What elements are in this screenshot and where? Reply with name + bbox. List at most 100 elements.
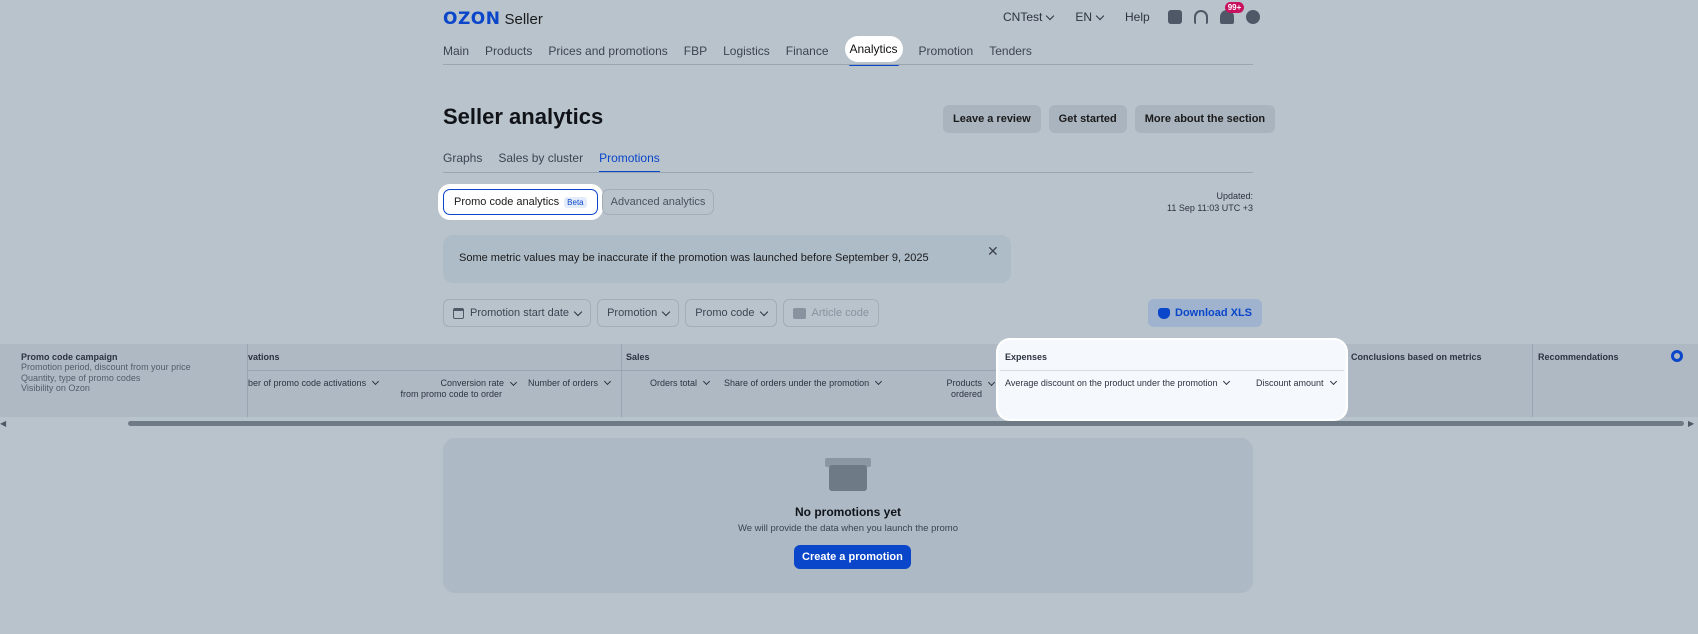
chevron-down-icon xyxy=(702,377,711,386)
chevron-down-icon xyxy=(759,307,768,316)
group-divider xyxy=(621,370,998,371)
leave-review-button[interactable]: Leave a review xyxy=(943,105,1041,133)
chevron-down-icon xyxy=(509,378,518,386)
promo-code-analytics-tab[interactable]: Promo code analytics Beta xyxy=(443,189,598,215)
chevron-down-icon xyxy=(372,377,380,386)
promo-code-filter[interactable]: Promo code xyxy=(685,299,777,327)
nav-divider xyxy=(443,64,1253,65)
logo-suffix: Seller xyxy=(504,11,543,28)
nav-item-fbp[interactable]: FBP xyxy=(684,42,707,62)
language-dropdown[interactable]: EN xyxy=(1075,10,1105,24)
campaign-subtitle-line: Promotion period, discount from your pri… xyxy=(21,362,191,372)
nav-item-finance[interactable]: Finance xyxy=(786,42,829,62)
promotion-filter-label: Promotion xyxy=(607,307,658,319)
column-divider xyxy=(621,344,622,417)
account-name: CNTest xyxy=(1003,10,1043,24)
chevron-down-icon xyxy=(1095,11,1105,20)
support-headset-icon[interactable] xyxy=(1193,10,1208,24)
conversion-rate-label: Conversion rate xyxy=(440,378,504,388)
promo-code-filter-label: Promo code xyxy=(695,307,755,319)
column-divider xyxy=(1532,344,1533,417)
campaign-column-title: Promo code campaign xyxy=(21,352,118,362)
campaign-subtitle-line: Visibility on Ozon xyxy=(21,383,90,393)
topbar-right: CNTest EN Help 99+ xyxy=(1003,2,1260,24)
download-xls-button[interactable]: Download XLS xyxy=(1148,299,1262,327)
more-about-section-button[interactable]: More about the section xyxy=(1134,105,1276,133)
promotion-start-date-label: Promotion start date xyxy=(470,307,570,319)
language-code: EN xyxy=(1075,10,1093,24)
share-of-orders-column[interactable]: Share of orders under the promotion xyxy=(724,377,883,388)
ozon-seller-logo[interactable]: OZON Seller xyxy=(443,9,543,29)
beta-badge: Beta xyxy=(564,196,587,208)
recommendations-column-title: Recommendations xyxy=(1538,352,1619,362)
scroll-right-icon[interactable]: ▶ xyxy=(1688,419,1694,428)
promo-code-activations-label: ber of promo code activations xyxy=(248,378,367,388)
discount-amount-label: Discount amount xyxy=(1256,378,1324,388)
tab-graphs[interactable]: Graphs xyxy=(443,151,482,173)
group-divider xyxy=(247,370,621,371)
chevron-down-icon xyxy=(603,377,612,386)
tab-promotions[interactable]: Promotions xyxy=(599,151,660,173)
chevron-down-icon xyxy=(573,307,583,316)
chevron-down-icon xyxy=(987,378,996,386)
campaign-column-subtitles: Promotion period, discount from your pri… xyxy=(21,362,191,394)
get-started-button[interactable]: Get started xyxy=(1048,105,1127,133)
main-nav: Main Products Prices and promotions FBP … xyxy=(443,36,1032,66)
horizontal-scrollbar[interactable] xyxy=(128,421,1684,426)
average-discount-label: Average discount on the product under th… xyxy=(1005,378,1218,388)
nav-item-analytics[interactable]: Analytics xyxy=(844,36,903,66)
create-promotion-button[interactable]: Create a promotion xyxy=(794,545,911,569)
gear-icon[interactable] xyxy=(1671,350,1683,362)
logo-brand: OZON xyxy=(443,9,501,29)
promo-code-analytics-label: Promo code analytics xyxy=(454,196,560,208)
nav-item-prices-and-promotions[interactable]: Prices and promotions xyxy=(548,42,667,62)
download-xls-label: Download XLS xyxy=(1175,307,1252,319)
conversion-rate-sublabel: from promo code to order xyxy=(400,389,502,399)
scroll-left-icon[interactable]: ◀ xyxy=(0,419,6,428)
products-ordered-column[interactable]: Products ordered xyxy=(930,378,996,400)
notifications-bell-icon[interactable]: 99+ xyxy=(1219,2,1245,24)
conversion-rate-column[interactable]: Conversion rate from promo code to order xyxy=(396,378,518,400)
products-ordered-sublabel: ordered xyxy=(950,389,982,399)
article-code-filter[interactable]: Article code xyxy=(782,299,879,327)
activations-group-title: vations xyxy=(248,352,280,362)
filters-bar: Promotion start date Promotion Promo cod… xyxy=(443,299,879,327)
campaign-subtitle-line: Quantity, type of promo codes xyxy=(21,372,141,383)
chevron-down-icon xyxy=(875,377,883,386)
header-icons: 99+ xyxy=(1167,2,1260,24)
article-code-filter-label: Article code xyxy=(811,307,869,319)
number-of-orders-column[interactable]: Number of orders xyxy=(528,377,612,388)
promotion-start-date-filter[interactable]: Promotion start date xyxy=(443,299,592,327)
discount-amount-column[interactable]: Discount amount xyxy=(1256,377,1337,388)
orders-total-column[interactable]: Orders total xyxy=(650,377,711,388)
chevron-down-icon xyxy=(1046,11,1055,20)
empty-state-title: No promotions yet xyxy=(794,505,901,519)
chat-icon[interactable] xyxy=(1167,10,1182,24)
promo-code-activations-column[interactable]: ber of promo code activations xyxy=(248,377,380,388)
info-banner-text: Some metric values may be inaccurate if … xyxy=(459,252,929,264)
share-of-orders-label: Share of orders under the promotion xyxy=(724,378,870,388)
tab-sales-by-cluster[interactable]: Sales by cluster xyxy=(498,151,583,173)
nav-item-promotion[interactable]: Promotion xyxy=(919,42,974,62)
help-link[interactable]: Help xyxy=(1125,10,1150,24)
empty-state-subtitle: We will provide the data when you launch… xyxy=(737,523,959,534)
advanced-analytics-tab[interactable]: Advanced analytics xyxy=(601,189,715,215)
promotion-filter[interactable]: Promotion xyxy=(597,299,680,327)
header-buttons: Leave a review Get started More about th… xyxy=(943,105,1276,133)
user-profile-icon[interactable] xyxy=(1245,10,1260,24)
download-icon xyxy=(1158,307,1170,319)
subtabs-divider xyxy=(443,172,1253,173)
chevron-down-icon xyxy=(1223,377,1231,386)
close-icon[interactable]: ✕ xyxy=(987,243,999,260)
updated-label: Updated: xyxy=(1216,191,1253,201)
average-discount-column[interactable]: Average discount on the product under th… xyxy=(1005,377,1231,388)
account-dropdown[interactable]: CNTest xyxy=(1003,10,1055,24)
nav-item-products[interactable]: Products xyxy=(485,42,532,62)
nav-item-logistics[interactable]: Logistics xyxy=(723,42,770,62)
article-code-icon xyxy=(792,307,806,319)
nav-item-tenders[interactable]: Tenders xyxy=(989,42,1032,62)
nav-item-main[interactable]: Main xyxy=(443,42,469,62)
conclusions-column-title: Conclusions based on metrics xyxy=(1351,352,1482,362)
analytics-segment-control: Promo code analytics Beta Advanced analy… xyxy=(443,189,715,215)
updated-value: 11 Sep 11:03 UTC +3 xyxy=(1167,203,1253,213)
